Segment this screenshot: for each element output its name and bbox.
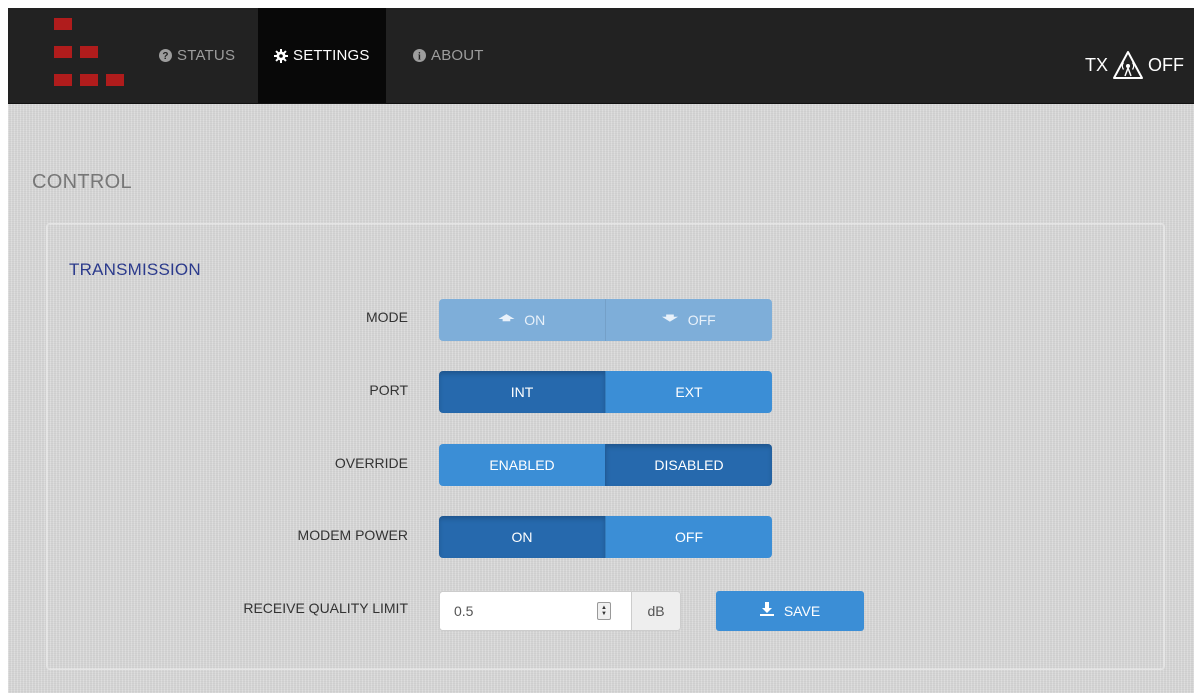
info-circle-icon: i <box>412 49 426 63</box>
logo-block <box>54 46 72 58</box>
logo-block <box>106 74 124 86</box>
port-ext-button[interactable]: EXT <box>605 371 772 413</box>
logo[interactable] <box>54 18 126 90</box>
save-button[interactable]: SAVE <box>716 591 864 631</box>
override-enabled-button[interactable]: ENABLED <box>439 444 605 486</box>
gear-icon <box>274 48 288 63</box>
modem-power-label: MODEM POWER <box>297 527 408 543</box>
logo-block <box>54 18 72 30</box>
antenna-warning-icon <box>1112 50 1144 80</box>
mode-off-label: OFF <box>687 312 716 328</box>
port-toggle: INT EXT <box>439 371 772 413</box>
nav-settings[interactable]: SETTINGS <box>258 8 386 103</box>
modem-power-toggle: ON OFF <box>439 516 772 558</box>
unit-addon: dB <box>631 592 680 630</box>
logo-block <box>54 74 72 86</box>
app-frame: ? STATUS SETTINGS i ABOUT TX OFF CONTROL… <box>8 8 1194 693</box>
download-icon <box>759 602 774 620</box>
receive-quality-label: RECEIVE QUALITY LIMIT <box>243 600 408 616</box>
nav-status-label: STATUS <box>177 47 236 64</box>
save-label: SAVE <box>783 603 821 619</box>
mode-toggle: 🡁 ON 🡃 OFF <box>439 299 772 341</box>
modem-power-on-button[interactable]: ON <box>439 516 605 558</box>
tx-state: OFF <box>1148 54 1184 75</box>
tx-status: TX OFF <box>1085 50 1184 80</box>
receive-quality-input[interactable]: 0.5 ▲ ▼ <box>440 592 631 630</box>
svg-text:i: i <box>418 52 421 63</box>
question-circle-icon: ? <box>158 49 172 63</box>
tx-prefix: TX <box>1084 54 1108 75</box>
nav-settings-label: SETTINGS <box>293 47 370 64</box>
transmission-panel: TRANSMISSION MODE 🡁 ON 🡃 OFF PORT INT EX… <box>46 223 1165 670</box>
svg-text:?: ? <box>162 51 168 62</box>
logo-block <box>80 46 98 58</box>
nav-about[interactable]: i ABOUT <box>400 8 496 103</box>
override-disabled-button[interactable]: DISABLED <box>605 444 772 486</box>
mode-on-button[interactable]: 🡁 ON <box>439 299 605 341</box>
page-title: CONTROL <box>32 171 132 193</box>
override-toggle: ENABLED DISABLED <box>439 444 772 486</box>
panel-title: TRANSMISSION <box>69 260 201 279</box>
navbar: ? STATUS SETTINGS i ABOUT TX OFF <box>8 8 1194 104</box>
port-int-button[interactable]: INT <box>439 371 605 413</box>
mode-off-button[interactable]: 🡃 OFF <box>605 299 772 341</box>
mode-label: MODE <box>366 309 408 325</box>
receive-quality-value: 0.5 <box>454 603 474 619</box>
mode-on-label: ON <box>524 312 546 328</box>
override-label: OVERRIDE <box>334 455 408 471</box>
modem-power-off-button[interactable]: OFF <box>605 516 772 558</box>
spinner-down-icon: ▼ <box>601 611 607 617</box>
receive-quality-group: 0.5 ▲ ▼ dB <box>439 591 681 631</box>
spinner-icon[interactable]: ▲ ▼ <box>597 602 611 620</box>
port-label: PORT <box>369 382 408 398</box>
arrow-up-icon: 🡁 <box>498 309 515 327</box>
arrow-down-icon: 🡃 <box>662 309 678 327</box>
nav-status[interactable]: ? STATUS <box>146 8 247 103</box>
logo-block <box>80 74 98 86</box>
nav-about-label: ABOUT <box>431 47 484 64</box>
